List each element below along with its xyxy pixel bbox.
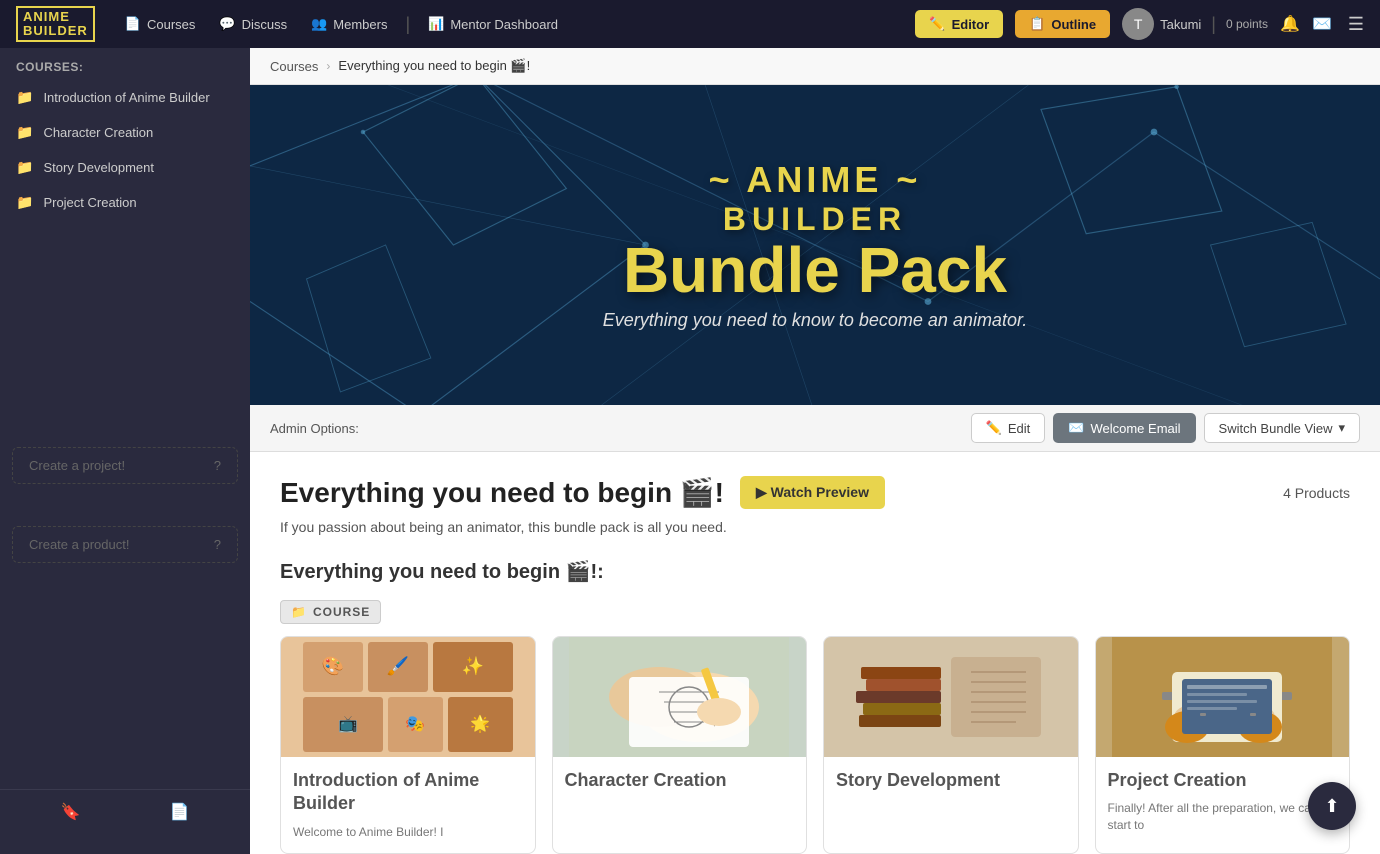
course-type-badge: 📁 COURSE — [280, 600, 381, 624]
bundle-title: Everything you need to begin 🎬! — [280, 476, 724, 509]
sidebar-bottom-icons: 🔖 📄 — [0, 789, 250, 834]
admin-bar: Admin Options: ✏️ Edit ✉️ Welcome Email … — [250, 405, 1380, 452]
hero-anime-text: ~ ANIME ~ — [603, 159, 1028, 201]
svg-text:📺: 📺 — [338, 715, 358, 733]
card-image-1 — [553, 637, 807, 757]
nav-discuss[interactable]: 💬 Discuss — [209, 10, 297, 38]
breadcrumb-courses-link[interactable]: Courses — [270, 59, 318, 74]
folder-icon-0: 📁 — [16, 89, 33, 106]
avatar: T — [1122, 8, 1154, 40]
create-project-action[interactable]: Create a project! ? — [12, 447, 238, 484]
editor-button[interactable]: ✏️ Editor — [915, 10, 1003, 38]
hero-content: ~ ANIME ~ BUILDER Bundle Pack Everything… — [603, 159, 1028, 331]
mentor-icon: 📊 — [428, 16, 444, 32]
logo[interactable]: ANIME BUILDER — [16, 6, 95, 43]
create-product-action[interactable]: Create a product! ? — [12, 526, 238, 563]
watch-preview-button[interactable]: ▶ Watch Preview — [740, 476, 885, 509]
svg-text:✨: ✨ — [462, 656, 484, 676]
hero-subtitle: Everything you need to know to become an… — [603, 310, 1028, 331]
course-card-2[interactable]: Story Development — [823, 636, 1079, 854]
card-body-2: Story Development — [824, 757, 1078, 812]
members-icon: 👥 — [311, 16, 327, 32]
cards-grid: 🎨 🖌️ ✨ 📺 🎭 🌟 Introduction of Anime Build… — [280, 636, 1350, 854]
user-divider: | — [1211, 14, 1216, 35]
breadcrumb-separator: › — [326, 59, 330, 73]
card-body-1: Character Creation — [553, 757, 807, 812]
nav-right: ✏️ Editor 📋 Outline T Takumi | 0 points … — [915, 8, 1364, 40]
content-area: Courses › Everything you need to begin 🎬… — [250, 48, 1380, 854]
user-name: Takumi — [1160, 17, 1201, 32]
editor-icon: ✏️ — [929, 16, 945, 32]
top-nav: ANIME BUILDER 📄 Courses 💬 Discuss 👥 Memb… — [0, 0, 1380, 48]
hero-banner: ~ ANIME ~ BUILDER Bundle Pack Everything… — [250, 85, 1380, 405]
svg-text:🎭: 🎭 — [405, 716, 425, 733]
hamburger-icon[interactable]: ☰ — [1348, 14, 1364, 35]
bundle-section-title: Everything you need to begin 🎬!: — [280, 559, 1350, 584]
help-icon-product: ? — [214, 537, 221, 552]
main-layout: Courses: 📁 Introduction of Anime Builder… — [0, 48, 1380, 854]
fab-icon: ⬆ — [1324, 796, 1339, 817]
user-points: 0 points — [1226, 17, 1268, 31]
card-image-2 — [824, 637, 1078, 757]
sidebar-item-intro[interactable]: 📁 Introduction of Anime Builder — [0, 80, 250, 115]
card-image-3 — [1096, 637, 1350, 757]
breadcrumb-current: Everything you need to begin 🎬! — [338, 58, 530, 74]
card-title-3: Project Creation — [1108, 769, 1338, 792]
card-title-1: Character Creation — [565, 769, 795, 792]
folder-icon-3: 📁 — [16, 194, 33, 211]
svg-text:🌟: 🌟 — [470, 714, 490, 733]
nav-members[interactable]: 👥 Members — [301, 10, 397, 38]
products-count: 4 Products — [1283, 485, 1350, 501]
course-card-1[interactable]: Character Creation — [552, 636, 808, 854]
fab-button[interactable]: ⬆ — [1308, 782, 1356, 830]
help-icon-project: ? — [214, 458, 221, 473]
user-info: T Takumi | 0 points — [1122, 8, 1268, 40]
bookmark-icon[interactable]: 🔖 — [61, 802, 81, 822]
sidebar-item-character[interactable]: 📁 Character Creation — [0, 115, 250, 150]
bell-icon[interactable]: 🔔 — [1280, 14, 1300, 34]
card-desc-3: Finally! After all the preparation, we c… — [1108, 800, 1338, 834]
welcome-email-button[interactable]: ✉️ Welcome Email — [1053, 413, 1195, 443]
admin-options-label: Admin Options: — [270, 421, 359, 436]
bundle-title-row: Everything you need to begin 🎬! ▶ Watch … — [280, 476, 1350, 509]
admin-actions: ✏️ Edit ✉️ Welcome Email Switch Bundle V… — [971, 413, 1360, 443]
chevron-down-icon: ▾ — [1338, 420, 1345, 436]
card-body-0: Introduction of Anime Builder Welcome to… — [281, 757, 535, 853]
card-image-0: 🎨 🖌️ ✨ 📺 🎭 🌟 — [281, 637, 535, 757]
nav-mentor-dashboard[interactable]: 📊 Mentor Dashboard — [418, 10, 568, 38]
course-card-3[interactable]: Project Creation Finally! After all the … — [1095, 636, 1351, 854]
sidebar-section-label: Courses: — [0, 48, 250, 80]
course-card-0[interactable]: 🎨 🖌️ ✨ 📺 🎭 🌟 Introduction of Anime Build… — [280, 636, 536, 854]
nav-items: 📄 Courses 💬 Discuss 👥 Members | 📊 Mentor… — [115, 10, 908, 38]
discuss-icon: 💬 — [219, 16, 235, 32]
nav-divider: | — [405, 14, 410, 35]
folder-icon-2: 📁 — [16, 159, 33, 176]
mail-icon[interactable]: ✉️ — [1312, 14, 1332, 34]
svg-text:🎨: 🎨 — [322, 655, 344, 676]
switch-bundle-button[interactable]: Switch Bundle View ▾ — [1204, 413, 1360, 443]
sidebar-item-story[interactable]: 📁 Story Development — [0, 150, 250, 185]
main-content: Everything you need to begin 🎬! ▶ Watch … — [250, 452, 1380, 854]
breadcrumb: Courses › Everything you need to begin 🎬… — [250, 48, 1380, 85]
edit-button[interactable]: ✏️ Edit — [971, 413, 1046, 443]
svg-text:🖌️: 🖌️ — [387, 655, 409, 676]
logo-text: ANIME BUILDER — [16, 6, 95, 43]
folder-icon-1: 📁 — [16, 124, 33, 141]
welcome-email-icon: ✉️ — [1068, 420, 1084, 436]
card-title-0: Introduction of Anime Builder — [293, 769, 523, 816]
card-title-2: Story Development — [836, 769, 1066, 792]
outline-icon: 📋 — [1029, 16, 1045, 32]
doc-icon[interactable]: 📄 — [170, 802, 190, 822]
folder-badge-icon: 📁 — [291, 605, 307, 619]
bundle-description: If you passion about being an animator, … — [280, 519, 1350, 535]
nav-courses[interactable]: 📄 Courses — [115, 10, 206, 38]
outline-button[interactable]: 📋 Outline — [1015, 10, 1110, 38]
courses-icon: 📄 — [125, 16, 141, 32]
edit-icon: ✏️ — [986, 420, 1002, 436]
sidebar: Courses: 📁 Introduction of Anime Builder… — [0, 48, 250, 854]
card-desc-0: Welcome to Anime Builder! I — [293, 824, 523, 841]
sidebar-item-project[interactable]: 📁 Project Creation — [0, 185, 250, 220]
hero-bundle-text: Bundle Pack — [603, 238, 1028, 302]
hero-builder-text: BUILDER — [603, 201, 1028, 238]
